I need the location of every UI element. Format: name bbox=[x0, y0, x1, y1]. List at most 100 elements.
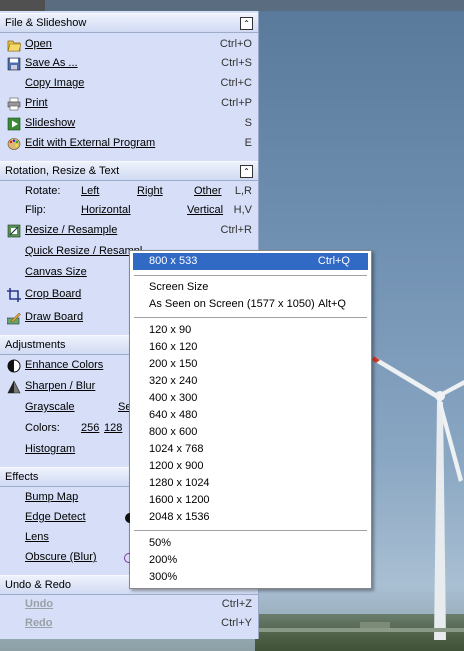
save-as-shortcut: Ctrl+S bbox=[221, 57, 252, 69]
crop-board-label: Crop Board bbox=[25, 288, 82, 300]
quick-resize-menu: 800 x 533 Ctrl+Q Screen Size As Seen on … bbox=[129, 250, 372, 589]
folder-icon bbox=[7, 40, 21, 52]
redo-item[interactable]: Redo Ctrl+Y bbox=[0, 615, 258, 633]
menu-item-label: 800 x 533 bbox=[149, 255, 198, 267]
menu-item-300-percent[interactable]: 300% bbox=[133, 569, 368, 586]
menu-item-50-percent[interactable]: 50% bbox=[133, 535, 368, 552]
rotate-right-link[interactable]: Right bbox=[137, 185, 163, 197]
obscure-indicator-icon bbox=[124, 553, 130, 563]
print-shortcut: Ctrl+P bbox=[221, 97, 252, 109]
menu-item-1280x1024[interactable]: 1280 x 1024 bbox=[133, 475, 368, 492]
sharpen-blur-label: Sharpen / Blur bbox=[25, 380, 96, 392]
slideshow-shortcut: S bbox=[244, 117, 252, 129]
crop-icon bbox=[7, 288, 21, 302]
resize-icon bbox=[7, 224, 21, 238]
undo-item[interactable]: Undo Ctrl+Z bbox=[0, 596, 258, 614]
menu-item-200x150[interactable]: 200 x 150 bbox=[133, 356, 368, 373]
section-title: Adjustments bbox=[5, 339, 66, 351]
menu-item-800x533[interactable]: 800 x 533 Ctrl+Q bbox=[133, 253, 368, 270]
menu-item-label: 200 x 150 bbox=[149, 358, 198, 370]
menu-item-label: As Seen on Screen (1577 x 1050) bbox=[149, 298, 315, 310]
flip-horizontal-link[interactable]: Horizontal bbox=[81, 204, 131, 216]
menu-item-label: 400 x 300 bbox=[149, 392, 198, 404]
menu-item-label: 1280 x 1024 bbox=[149, 477, 210, 489]
copy-image-item[interactable]: Copy Image Ctrl+C bbox=[0, 75, 258, 93]
resize-label: Resize / Resample bbox=[25, 224, 118, 236]
section-rotation-resize[interactable]: Rotation, Resize & Text ⌃ bbox=[0, 161, 258, 181]
rotate-other-link[interactable]: Other bbox=[194, 185, 222, 197]
section-title: Effects bbox=[5, 471, 39, 483]
edit-external-shortcut: E bbox=[244, 137, 252, 149]
draw-board-label: Draw Board bbox=[25, 311, 84, 323]
menu-item-label: 320 x 240 bbox=[149, 375, 198, 387]
menu-item-200-percent[interactable]: 200% bbox=[133, 552, 368, 569]
rotate-shortcut: L,R bbox=[234, 185, 252, 197]
menu-item-2048x1536[interactable]: 2048 x 1536 bbox=[133, 509, 368, 526]
slideshow-icon bbox=[7, 117, 21, 131]
resize-item[interactable]: Resize / Resample Ctrl+R bbox=[0, 222, 258, 240]
menu-separator bbox=[134, 275, 367, 276]
copy-image-shortcut: Ctrl+C bbox=[220, 77, 252, 89]
flip-vertical-link[interactable]: Vertical bbox=[187, 204, 223, 216]
colors-128-link[interactable]: 128 bbox=[104, 422, 122, 434]
open-shortcut: Ctrl+O bbox=[219, 38, 252, 50]
enhance-icon bbox=[7, 359, 21, 373]
disk-icon bbox=[7, 57, 21, 71]
slideshow-item[interactable]: Slideshow S bbox=[0, 115, 258, 133]
lens-label: Lens bbox=[25, 531, 49, 543]
edge-detect-indicator-icon bbox=[125, 513, 130, 523]
menu-item-label: 2048 x 1536 bbox=[149, 511, 210, 523]
menu-item-label: 120 x 90 bbox=[149, 324, 192, 336]
menu-item-1600x1200[interactable]: 1600 x 1200 bbox=[133, 492, 368, 509]
open-item[interactable]: Open Ctrl+O bbox=[0, 36, 258, 54]
flip-row: Flip: Horizontal Vertical H,V bbox=[0, 202, 258, 220]
menu-item-label: 200% bbox=[149, 554, 178, 566]
colors-256-link[interactable]: 256 bbox=[81, 422, 99, 434]
menu-separator bbox=[134, 530, 367, 531]
section-title: File & Slideshow bbox=[5, 17, 87, 29]
rotate-label: Rotate: bbox=[25, 185, 61, 197]
quick-resize-label: Quick Resize / Resampl bbox=[25, 245, 143, 257]
menu-item-320x240[interactable]: 320 x 240 bbox=[133, 373, 368, 390]
printer-icon bbox=[7, 97, 21, 111]
menu-item-640x480[interactable]: 640 x 480 bbox=[133, 407, 368, 424]
flip-shortcut: H,V bbox=[233, 204, 252, 216]
menu-item-shortcut: Alt+Q bbox=[318, 298, 346, 310]
enhance-colors-label: Enhance Colors bbox=[25, 359, 104, 371]
menu-item-screen-size[interactable]: Screen Size bbox=[133, 279, 368, 296]
collapse-icon[interactable]: ⌃ bbox=[240, 17, 253, 30]
print-label: Print bbox=[25, 97, 48, 109]
collapse-icon[interactable]: ⌃ bbox=[240, 165, 253, 178]
menu-item-label: 300% bbox=[149, 571, 178, 583]
menu-item-800x600[interactable]: 800 x 600 bbox=[133, 424, 368, 441]
rotate-row: Rotate: Left Right Other L,R bbox=[0, 183, 258, 201]
resize-shortcut: Ctrl+R bbox=[220, 224, 252, 236]
undo-label: Undo bbox=[25, 598, 54, 610]
menu-item-shortcut: Ctrl+Q bbox=[317, 255, 350, 267]
menu-item-1024x768[interactable]: 1024 x 768 bbox=[133, 441, 368, 458]
edit-external-item[interactable]: Edit with External Program E bbox=[0, 135, 258, 153]
section-file-slideshow[interactable]: File & Slideshow ⌃ bbox=[0, 13, 258, 33]
draw-icon bbox=[7, 312, 21, 325]
menu-item-as-seen-on-screen[interactable]: As Seen on Screen (1577 x 1050) Alt+Q bbox=[133, 296, 368, 313]
save-as-item[interactable]: Save As ... Ctrl+S bbox=[0, 55, 258, 73]
redo-label: Redo bbox=[25, 617, 53, 629]
menu-item-label: 160 x 120 bbox=[149, 341, 198, 353]
obscure-blur-label: Obscure (Blur) bbox=[25, 551, 97, 563]
menu-item-120x90[interactable]: 120 x 90 bbox=[133, 322, 368, 339]
menu-item-label: 800 x 600 bbox=[149, 426, 198, 438]
menu-item-160x120[interactable]: 160 x 120 bbox=[133, 339, 368, 356]
histogram-label: Histogram bbox=[25, 443, 76, 455]
grayscale-label: Grayscale bbox=[25, 401, 75, 413]
rotate-left-link[interactable]: Left bbox=[81, 185, 99, 197]
menu-item-label: 640 x 480 bbox=[149, 409, 198, 421]
print-item[interactable]: Print Ctrl+P bbox=[0, 95, 258, 113]
edge-detect-label: Edge Detect bbox=[25, 511, 86, 523]
copy-image-label: Copy Image bbox=[25, 77, 85, 89]
menu-item-label: Screen Size bbox=[149, 281, 209, 293]
palette-icon bbox=[7, 138, 21, 150]
save-as-label: Save As ... bbox=[25, 57, 78, 69]
menu-item-400x300[interactable]: 400 x 300 bbox=[133, 390, 368, 407]
menu-item-1200x900[interactable]: 1200 x 900 bbox=[133, 458, 368, 475]
undo-shortcut: Ctrl+Z bbox=[221, 598, 252, 610]
